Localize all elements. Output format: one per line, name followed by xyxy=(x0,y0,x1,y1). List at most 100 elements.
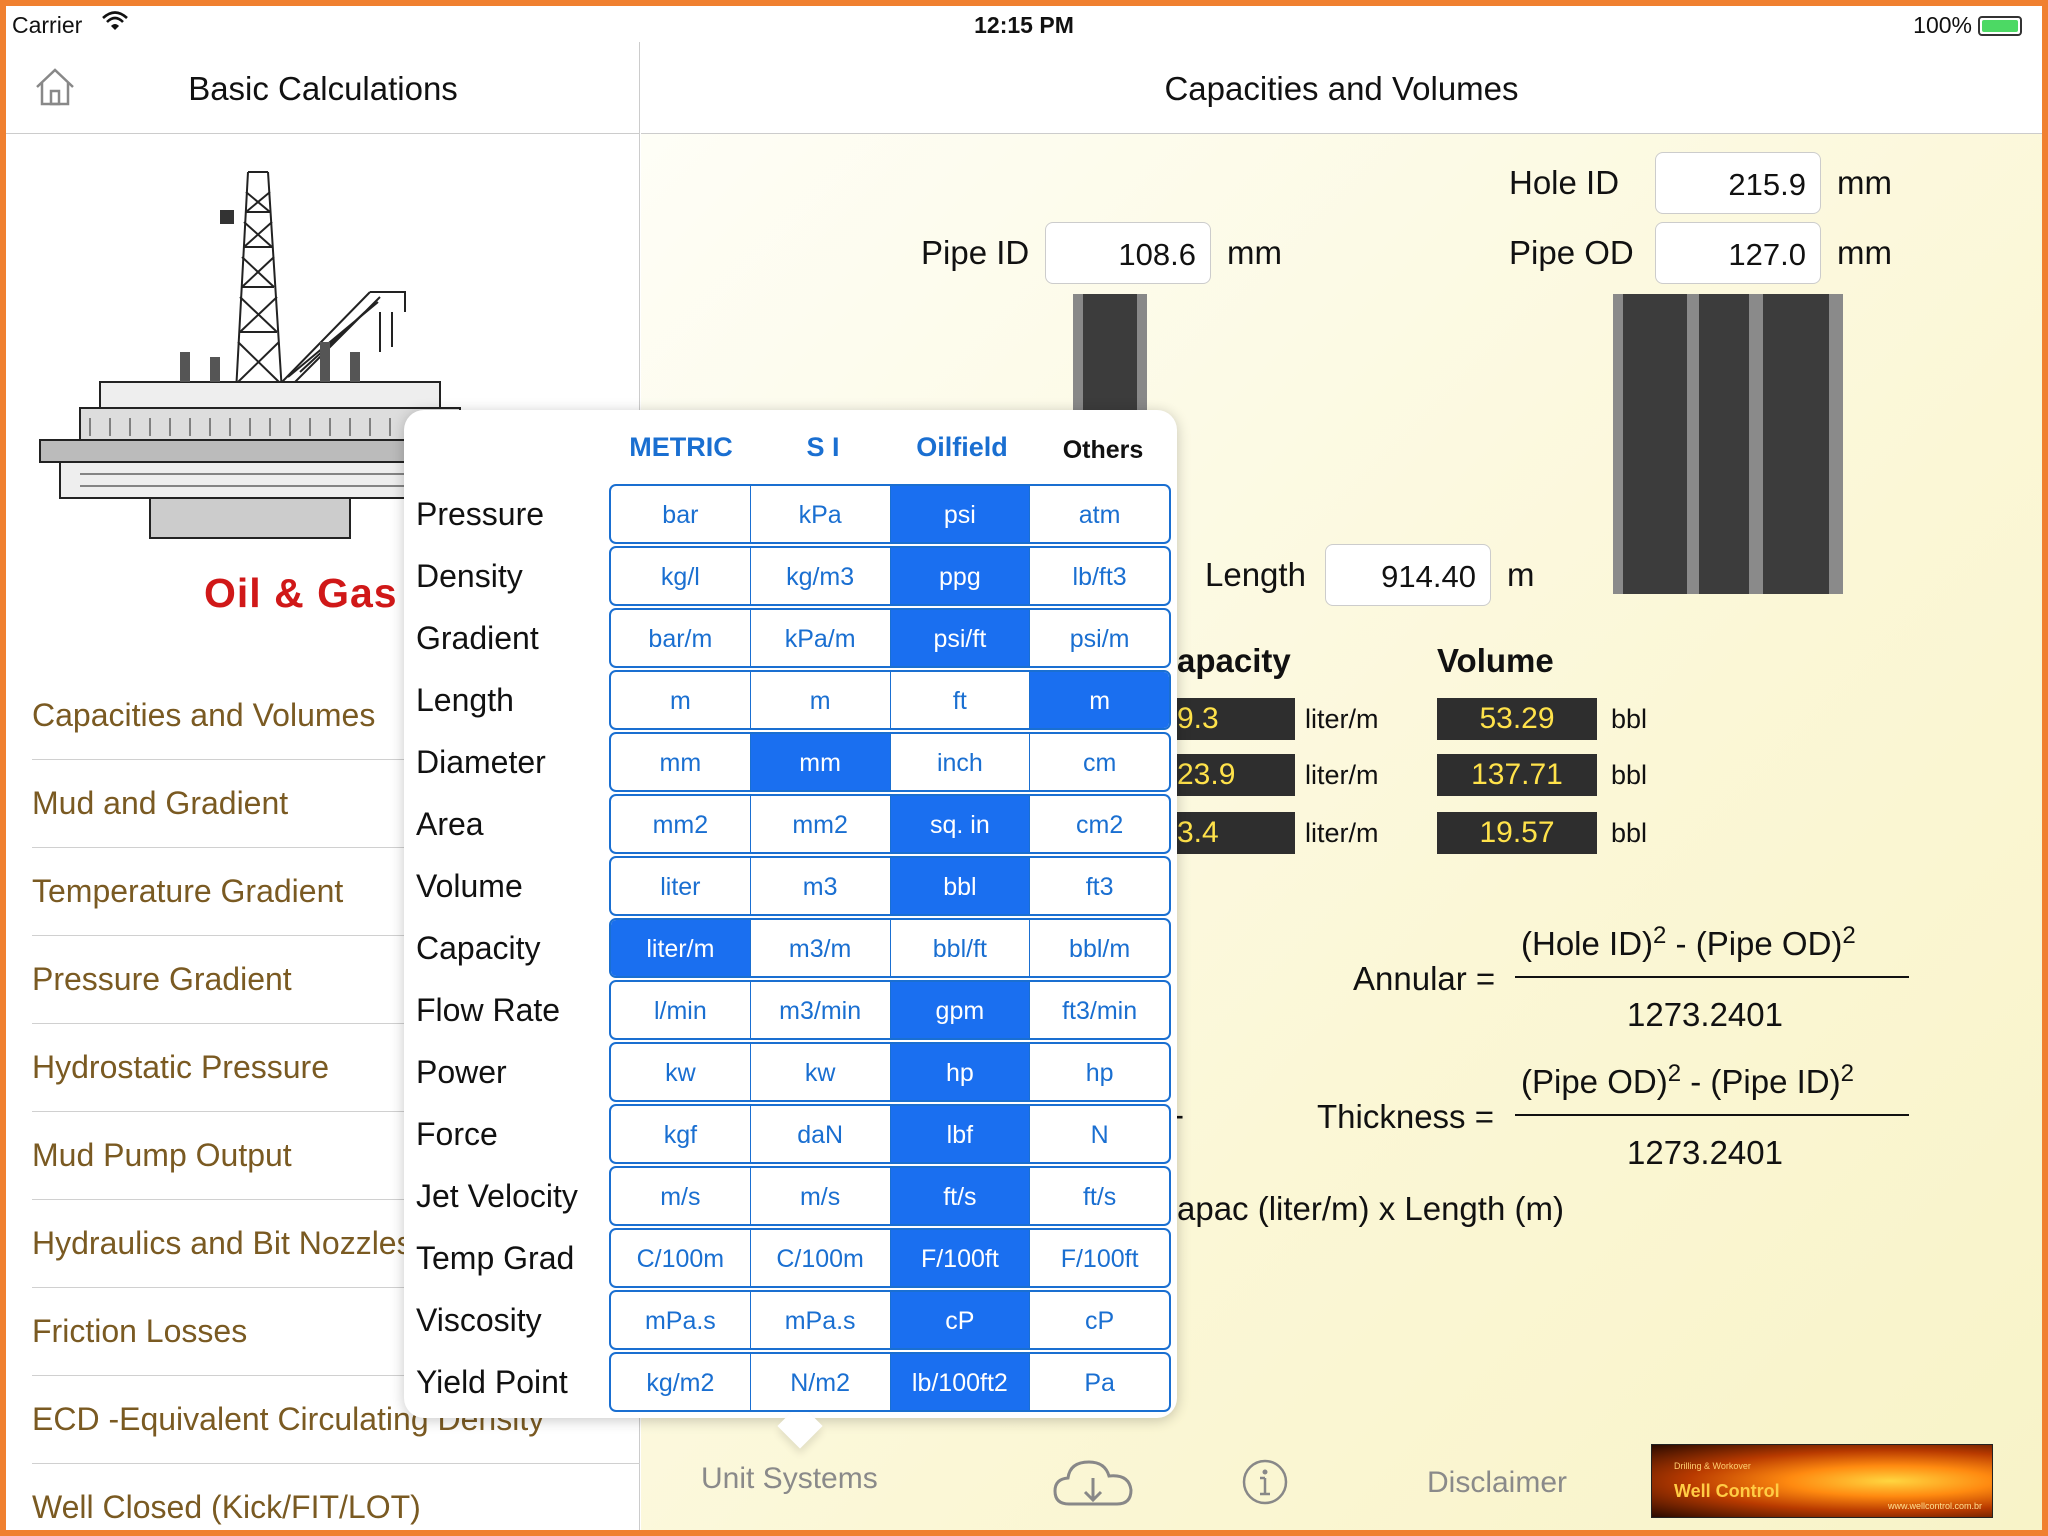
unit-option[interactable]: bbl xyxy=(890,858,1031,914)
unit-option[interactable]: m3 xyxy=(751,858,891,914)
unit-option[interactable]: kg/m2 xyxy=(611,1354,751,1410)
unit-segmented-control[interactable]: mPa.s mPa.s cP cP xyxy=(609,1290,1171,1350)
unit-option[interactable]: Pa xyxy=(1030,1354,1169,1410)
unit-option[interactable]: liter/m xyxy=(611,920,751,976)
unit-option[interactable]: ft3/min xyxy=(1030,982,1169,1038)
column-si[interactable]: S I xyxy=(753,432,893,463)
unit-option[interactable]: kg/m3 xyxy=(751,548,891,604)
unit-option[interactable]: ft xyxy=(891,672,1031,728)
column-oilfield[interactable]: Oilfield xyxy=(892,432,1032,463)
unit-option[interactable]: m xyxy=(611,672,751,728)
unit-row: Length m m ft m xyxy=(404,670,1177,730)
thickness-formula-label: Thickness = xyxy=(1317,1098,1494,1135)
hole-id-input[interactable]: 215.9 xyxy=(1655,152,1821,214)
unit-option[interactable]: lb/100ft2 xyxy=(890,1354,1031,1410)
unit-option[interactable]: bar/m xyxy=(611,610,751,666)
info-icon[interactable] xyxy=(1241,1458,1289,1511)
volume-result: 19.57 xyxy=(1437,812,1597,854)
unit-option[interactable]: ft/s xyxy=(1030,1168,1169,1224)
pipe-od-input[interactable]: 127.0 xyxy=(1655,222,1821,284)
unit-option[interactable]: lb/ft3 xyxy=(1030,548,1169,604)
unit-option[interactable]: hp xyxy=(890,1044,1031,1100)
unit-segmented-control[interactable]: liter m3 bbl ft3 xyxy=(609,856,1171,916)
unit-option[interactable]: kPa xyxy=(751,486,891,542)
brand-title: Oil & Gas xyxy=(204,570,398,616)
unit-segmented-control[interactable]: l/min m3/min gpm ft3/min xyxy=(609,980,1171,1040)
unit-option[interactable]: mPa.s xyxy=(751,1292,891,1348)
unit-row: Volume liter m3 bbl ft3 xyxy=(404,856,1177,916)
cloud-download-icon[interactable] xyxy=(1051,1454,1135,1519)
thickness-fraction-bar xyxy=(1515,1114,1909,1116)
unit-option[interactable]: l/min xyxy=(611,982,751,1038)
disclaimer-button[interactable]: Disclaimer xyxy=(1427,1466,1567,1500)
unit-option[interactable]: C/100m xyxy=(751,1230,891,1286)
unit-option[interactable]: psi/m xyxy=(1030,610,1169,666)
unit-option[interactable]: kg/l xyxy=(611,548,751,604)
unit-option[interactable]: ft/s xyxy=(890,1168,1031,1224)
unit-option[interactable]: cm2 xyxy=(1030,796,1169,852)
unit-option[interactable]: m xyxy=(1030,672,1169,728)
unit-option[interactable]: m/s xyxy=(751,1168,891,1224)
unit-row: Capacity liter/m m3/m bbl/ft bbl/m xyxy=(404,918,1177,978)
unit-option[interactable]: kw xyxy=(611,1044,751,1100)
unit-option[interactable]: mm2 xyxy=(611,796,751,852)
unit-option[interactable]: C/100m xyxy=(611,1230,751,1286)
unit-systems-button[interactable]: Unit Systems xyxy=(701,1462,878,1496)
unit-segmented-control[interactable]: m m ft m xyxy=(609,670,1171,730)
column-metric[interactable]: METRIC xyxy=(611,432,751,463)
unit-segmented-control[interactable]: kgf daN lbf N xyxy=(609,1104,1171,1164)
unit-segmented-control[interactable]: m/s m/s ft/s ft/s xyxy=(609,1166,1171,1226)
unit-option[interactable]: hp xyxy=(1030,1044,1169,1100)
unit-option[interactable]: bbl/ft xyxy=(891,920,1031,976)
unit-option[interactable]: lbf xyxy=(890,1106,1031,1162)
unit-option[interactable]: inch xyxy=(891,734,1031,790)
unit-segmented-control[interactable]: C/100m C/100m F/100ft F/100ft xyxy=(609,1228,1171,1288)
unit-option[interactable]: mm2 xyxy=(751,796,891,852)
well-control-logo[interactable]: Drilling & Workover Well Control www.wel… xyxy=(1651,1444,1993,1518)
battery-icon xyxy=(1978,15,2022,36)
unit-option[interactable]: N xyxy=(1030,1106,1169,1162)
unit-option[interactable]: kgf xyxy=(611,1106,751,1162)
unit-segmented-control[interactable]: mm mm inch cm xyxy=(609,732,1171,792)
unit-option[interactable]: cP xyxy=(1030,1292,1169,1348)
pipe-id-input[interactable]: 108.6 xyxy=(1045,222,1211,284)
unit-option[interactable]: kw xyxy=(751,1044,891,1100)
unit-option[interactable]: mm xyxy=(611,734,751,790)
unit-segmented-control[interactable]: liter/m m3/m bbl/ft bbl/m xyxy=(609,918,1171,978)
unit-option[interactable]: N/m2 xyxy=(751,1354,891,1410)
unit-option[interactable]: m/s xyxy=(611,1168,751,1224)
unit-option[interactable]: bar xyxy=(611,486,751,542)
unit-option[interactable]: sq. in xyxy=(890,796,1031,852)
unit-segmented-control[interactable]: mm2 mm2 sq. in cm2 xyxy=(609,794,1171,854)
unit-option[interactable]: daN xyxy=(751,1106,891,1162)
unit-option[interactable]: gpm xyxy=(890,982,1031,1038)
unit-option[interactable]: F/100ft xyxy=(1030,1230,1169,1286)
unit-option[interactable]: kPa/m xyxy=(751,610,891,666)
unit-option[interactable]: psi/ft xyxy=(890,610,1031,666)
unit-option[interactable]: liter xyxy=(611,858,751,914)
unit-option[interactable]: cm xyxy=(1030,734,1169,790)
unit-option[interactable]: cP xyxy=(890,1292,1031,1348)
unit-option[interactable]: mm xyxy=(750,734,891,790)
unit-option[interactable]: m xyxy=(751,672,891,728)
unit-segmented-control[interactable]: kg/m2 N/m2 lb/100ft2 Pa xyxy=(609,1352,1171,1412)
unit-option[interactable]: atm xyxy=(1030,486,1169,542)
unit-option[interactable]: F/100ft xyxy=(890,1230,1031,1286)
menu-item-well-closed[interactable]: Well Closed (Kick/FIT/LOT) xyxy=(32,1464,640,1530)
unit-option[interactable]: bbl/m xyxy=(1030,920,1169,976)
unit-segmented-control[interactable]: kg/l kg/m3 ppg lb/ft3 xyxy=(609,546,1171,606)
capacity-result: 9.3 xyxy=(1173,698,1295,740)
length-input[interactable]: 914.40 xyxy=(1325,544,1491,606)
unit-option[interactable]: psi xyxy=(890,486,1031,542)
unit-option[interactable]: ft3 xyxy=(1030,858,1169,914)
unit-segmented-control[interactable]: bar/m kPa/m psi/ft psi/m xyxy=(609,608,1171,668)
unit-row: Yield Point kg/m2 N/m2 lb/100ft2 Pa xyxy=(404,1352,1177,1412)
unit-row-label: Force xyxy=(416,1116,498,1152)
unit-option[interactable]: m3/m xyxy=(751,920,891,976)
unit-option[interactable]: m3/min xyxy=(751,982,891,1038)
unit-option[interactable]: ppg xyxy=(890,548,1031,604)
unit-option[interactable]: mPa.s xyxy=(611,1292,751,1348)
unit-segmented-control[interactable]: bar kPa psi atm xyxy=(609,484,1171,544)
unit-row: Gradient bar/m kPa/m psi/ft psi/m xyxy=(404,608,1177,668)
unit-segmented-control[interactable]: kw kw hp hp xyxy=(609,1042,1171,1102)
